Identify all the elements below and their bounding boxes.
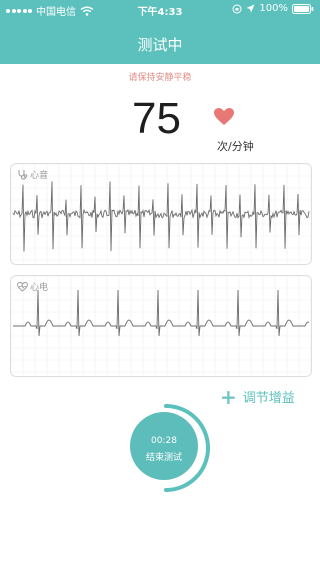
adjust-gain-label: 调节增益 [242, 391, 295, 406]
heart-sound-label: 心音 [30, 171, 49, 181]
calm-warning-text: 请保持安静平稳 [128, 73, 192, 83]
elapsed-time: 00:28 [151, 436, 177, 446]
stethoscope-icon [18, 170, 28, 180]
heart-sound-panel: 心音 [10, 163, 312, 265]
app-header: 中国电信 下午4:33 100% 测试中 [0, 0, 320, 64]
end-test-button[interactable]: 00:28 结束测试 [130, 412, 198, 480]
test-timer-control: 00:28 结束测试 [116, 398, 216, 498]
ecg-trace [13, 289, 310, 337]
end-test-label: 结束测试 [145, 453, 182, 463]
heart-outline-icon [17, 281, 28, 292]
adjust-gain-button[interactable]: + 调节增益 [220, 384, 295, 409]
heart-rate-unit: 次/分钟 [217, 140, 254, 153]
heart-rate-value: 75 [132, 94, 181, 143]
battery-percent: 100% [259, 3, 288, 14]
battery-icon [292, 3, 314, 14]
ecg-label: 心电 [30, 283, 49, 293]
ecg-panel: 心电 [10, 275, 312, 377]
page-title: 测试中 [137, 36, 183, 54]
location-icon [246, 4, 255, 13]
orientation-lock-icon [232, 4, 242, 13]
plus-icon: + [220, 384, 237, 409]
ecg-waveform [11, 276, 311, 376]
heart-icon [214, 108, 234, 125]
heart-sound-trace [12, 181, 310, 252]
status-bar: 中国电信 下午4:33 100% [0, 0, 320, 20]
heart-sound-waveform [11, 164, 311, 264]
